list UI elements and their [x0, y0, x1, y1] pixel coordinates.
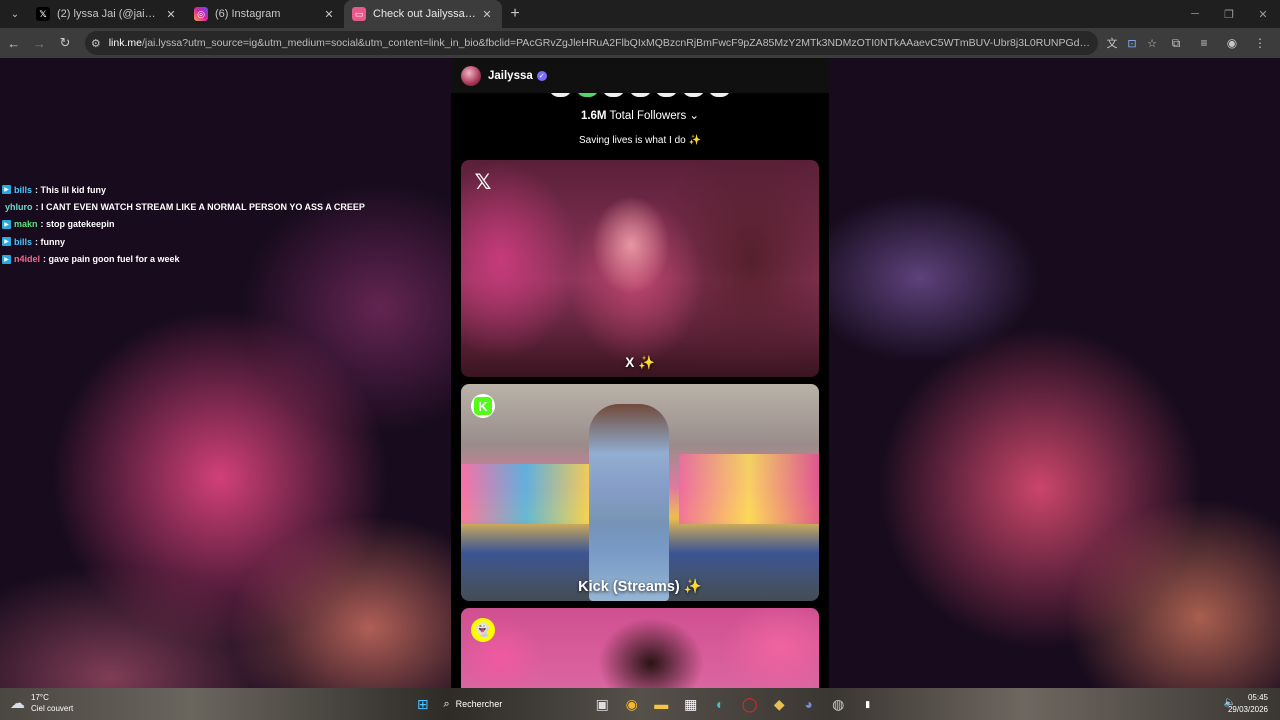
chat-message: ▶ bills : This lil kid funy: [2, 181, 365, 198]
address-bar[interactable]: ⚙ link.me /jai.lyssa?utm_source=ig&utm_m…: [84, 31, 1099, 55]
chat-message: ▶ bills : funny: [2, 233, 365, 250]
taskbar: ☁ 17°C Ciel couvert ⊞ ⌕ Rechercher ▣ ◉ ▬…: [0, 688, 1280, 720]
url-path: /jai.lyssa?utm_source=ig&utm_medium=soci…: [141, 37, 1092, 49]
site-info-icon[interactable]: ⚙: [91, 37, 101, 50]
link-card-label: X ✨: [625, 355, 655, 370]
discord-icon[interactable]: ◕: [794, 688, 824, 720]
clock-date: 29/03/2026: [1227, 705, 1268, 714]
chat-badge-icon: ▶: [2, 237, 11, 247]
tab-title: Check out Jailyssa (@jailyssa) on: [373, 8, 476, 20]
tab-linkme[interactable]: ▭ Check out Jailyssa (@jailyssa) on ✕: [344, 0, 502, 28]
avatar[interactable]: [461, 65, 481, 86]
task-view-icon[interactable]: ▣: [588, 688, 618, 720]
opera-icon[interactable]: ◯: [735, 688, 765, 720]
chat-message: ▶ makn : stop gatekeepin: [2, 216, 365, 233]
tab-x[interactable]: 𝕏 (2) lyssa Jai (@jai_lyssa) / X ✕: [28, 0, 186, 28]
browser-toolbar: ← → ↻ ⚙ link.me /jai.lyssa?utm_source=ig…: [0, 28, 1280, 58]
weather-temp: 17°C: [31, 693, 49, 702]
link-card-x[interactable]: 𝕏 X ✨: [461, 160, 819, 377]
chat-overlay: ▶ bills : This lil kid funy yhluro : I C…: [2, 181, 365, 268]
card-photo: [679, 454, 819, 524]
chrome-icon[interactable]: ◉: [617, 688, 647, 720]
chat-username: bills: [14, 184, 33, 195]
tab-strip: ⌄ 𝕏 (2) lyssa Jai (@jai_lyssa) / X ✕ ◎ (…: [0, 0, 1280, 28]
x-logo-icon: 𝕏: [36, 7, 50, 21]
app-icon[interactable]: ◆: [765, 688, 795, 720]
chat-text: : This lil kid funy: [35, 184, 107, 195]
chat-username: bills: [14, 236, 33, 247]
close-tab-icon[interactable]: ✕: [164, 8, 178, 21]
weather-condition: Ciel couvert: [31, 704, 74, 713]
chat-text: : gave pain goon fuel for a week: [43, 254, 180, 265]
forward-button[interactable]: →: [28, 31, 52, 55]
card-photo: [461, 464, 591, 524]
chat-message: yhluro : I CANT EVEN WATCH STREAM LIKE A…: [2, 198, 365, 215]
profile-icon[interactable]: ◉: [1218, 36, 1246, 50]
close-tab-icon[interactable]: ✕: [322, 8, 336, 21]
taskbar-clock[interactable]: 05:45 29/03/2026: [1228, 692, 1268, 716]
minimize-button[interactable]: ─: [1178, 0, 1212, 28]
weather-widget[interactable]: ☁ 17°C Ciel couvert: [10, 692, 73, 714]
profile-name: Jailyssa: [488, 69, 533, 82]
x-logo-icon: 𝕏: [474, 170, 492, 194]
chat-text: : funny: [35, 236, 66, 247]
clock-time: 05:45: [1247, 693, 1268, 702]
close-window-button[interactable]: ✕: [1246, 0, 1280, 28]
chat-username: makn: [14, 219, 38, 230]
chat-username: n4idel: [14, 254, 41, 265]
linkme-icon: ▭: [352, 7, 366, 21]
followers-toggle[interactable]: 1.6M Total Followers ⌄: [451, 108, 829, 122]
translate-icon[interactable]: 文: [1102, 35, 1122, 51]
maximize-button[interactable]: ❐: [1212, 0, 1246, 28]
chat-badge-icon: ▶: [2, 254, 11, 264]
close-tab-icon[interactable]: ✕: [480, 8, 494, 21]
instagram-icon: ◎: [194, 7, 208, 21]
menu-kebab-icon[interactable]: ⋮: [1246, 36, 1274, 50]
bookmark-star-icon[interactable]: ☆: [1142, 37, 1162, 50]
cloud-icon: ☁: [10, 695, 25, 712]
page-viewport: ▶ bills : This lil kid funy yhluro : I C…: [0, 58, 1280, 688]
verified-badge-icon: ✓: [536, 70, 547, 81]
tab-title: (2) lyssa Jai (@jai_lyssa) / X: [57, 8, 160, 20]
card-photo: [589, 404, 669, 601]
snapchat-icon: 👻: [471, 618, 495, 642]
back-button[interactable]: ←: [2, 31, 26, 55]
url-host: link.me: [108, 37, 142, 49]
tab-title: (6) Instagram: [215, 8, 281, 20]
chat-badge-icon: ▶: [2, 185, 11, 195]
followers-label: Total Followers: [609, 110, 687, 122]
chat-text: : I CANT EVEN WATCH STREAM LIKE A NORMAL…: [35, 202, 365, 213]
chat-username: yhluro: [5, 202, 33, 213]
taskbar-search[interactable]: ⌕ Rechercher: [438, 692, 588, 716]
steam-icon[interactable]: ◍: [824, 688, 854, 720]
kick-icon: K: [471, 394, 495, 418]
chat-message: ▶ n4idel : gave pain goon fuel for a wee…: [2, 251, 365, 268]
edge-icon[interactable]: ◐: [706, 688, 736, 720]
store-icon[interactable]: ▦: [676, 688, 706, 720]
link-card-kick[interactable]: K Kick (Streams) ✨: [461, 384, 819, 601]
extensions-icon[interactable]: ⧉: [1162, 36, 1190, 51]
followers-count: 1.6M: [580, 110, 607, 122]
epic-games-icon[interactable]: ▮: [853, 688, 883, 720]
tab-instagram[interactable]: ◎ (6) Instagram ✕: [186, 0, 344, 28]
file-explorer-icon[interactable]: ▬: [647, 688, 677, 720]
profile-bio: Saving lives is what I do ✨: [579, 135, 701, 146]
link-card-label: Kick (Streams) ✨: [578, 579, 702, 595]
chat-text: : stop gatekeepin: [40, 219, 115, 230]
chat-badge-icon: ▶: [2, 219, 11, 229]
search-icon: ⌕: [443, 697, 450, 710]
start-button[interactable]: ⊞: [408, 688, 438, 720]
window-controls: ─ ❐ ✕: [1178, 0, 1280, 28]
link-card-snapchat[interactable]: 👻: [461, 608, 819, 688]
new-tab-button[interactable]: +: [502, 5, 528, 23]
search-placeholder: Rechercher: [455, 699, 503, 709]
chevron-down-icon: ⌄: [689, 110, 700, 122]
reload-button[interactable]: ↻: [53, 31, 77, 55]
tab-search-button[interactable]: ⌄: [2, 3, 28, 25]
app-install-icon[interactable]: ⊡: [1122, 37, 1142, 50]
media-controls-icon[interactable]: ≡: [1190, 36, 1218, 50]
profile-header: Jailyssa ✓: [451, 58, 829, 93]
taskbar-apps: ⊞ ⌕ Rechercher ▣ ◉ ▬ ▦ ◐ ◯ ◆ ◕ ◍ ▮: [408, 688, 883, 720]
linkme-page: Jailyssa ✓ 1.6M Total Followers ⌄ Saving…: [451, 58, 829, 688]
